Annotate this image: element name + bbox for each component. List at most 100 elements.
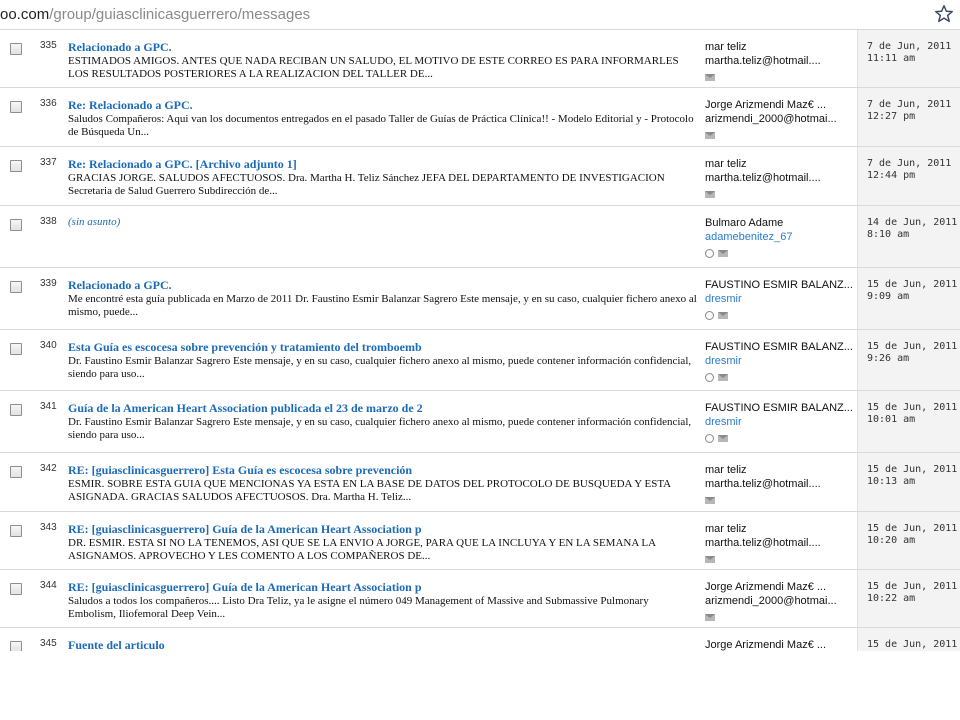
message-snippet: Me encontré esta guía publicada en Marzo…	[68, 293, 697, 318]
author-email: arizmendi_2000@hotmai...	[705, 595, 837, 607]
date-text: 14 de Jun, 2011	[867, 217, 958, 228]
date-text: 15 de Jun, 2011	[867, 341, 958, 352]
message-row[interactable]: 343 RE: [guiasclinicasguerrero] Guía de …	[0, 512, 960, 570]
author-icons	[705, 609, 719, 622]
date-text: 15 de Jun, 2011	[867, 402, 958, 413]
date-text: 7 de Jun, 2011	[867, 41, 952, 52]
url-path: /group/guiasclinicasguerrero/messages	[49, 6, 311, 23]
time-text: 9:26 am	[867, 353, 910, 364]
author-icons	[705, 430, 732, 444]
author-icons	[705, 307, 732, 321]
message-row[interactable]: 340 Esta Guía es escocesa sobre prevenci…	[0, 330, 960, 391]
select-checkbox[interactable]	[10, 525, 22, 537]
time-text: 10:20 am	[867, 535, 916, 546]
message-number: 339	[40, 278, 57, 289]
message-subject-link[interactable]: RE: [guiasclinicasguerrero] Guía de la A…	[68, 522, 422, 537]
select-checkbox[interactable]	[10, 43, 22, 55]
time-text: 8:10 am	[867, 229, 910, 240]
message-subject-link[interactable]: Relacionado a GPC.	[68, 40, 172, 55]
address-bar[interactable]: oo.com/group/guiasclinicasguerrero/messa…	[0, 0, 960, 30]
url-text[interactable]: oo.com/group/guiasclinicasguerrero/messa…	[0, 6, 310, 23]
mail-icon[interactable]	[705, 614, 715, 622]
mail-icon[interactable]	[705, 132, 715, 140]
message-subject-link[interactable]: RE: [guiasclinicasguerrero] Esta Guía es…	[68, 463, 412, 478]
select-checkbox[interactable]	[10, 219, 22, 231]
author-email: martha.teliz@hotmail....	[705, 478, 821, 490]
author-name: mar teliz	[705, 158, 747, 170]
author-email: martha.teliz@hotmail....	[705, 537, 821, 549]
author-email: martha.teliz@hotmail....	[705, 55, 821, 67]
mail-icon[interactable]	[718, 250, 728, 258]
message-date: 15 de Jun, 2011 10:01 am	[867, 402, 957, 426]
message-subject-link[interactable]: Fuente del articulo	[68, 638, 165, 651]
select-checkbox[interactable]	[10, 641, 22, 651]
message-row[interactable]: 336 Re: Relacionado a GPC. Saludos Compa…	[0, 88, 960, 147]
mail-icon[interactable]	[718, 374, 728, 382]
mail-icon[interactable]	[705, 74, 715, 82]
message-snippet: Dr. Faustino Esmir Balanzar Sagrero Este…	[68, 355, 692, 380]
author-profile-link[interactable]: dresmir	[705, 416, 742, 428]
mail-icon[interactable]	[705, 191, 715, 199]
message-snippet: ESTIMADOS AMIGOS. ANTES QUE NADA RECIBAN…	[68, 55, 679, 80]
author-icons	[705, 127, 719, 140]
message-row[interactable]: 337 Re: Relacionado a GPC. [Archivo adju…	[0, 147, 960, 206]
time-text: 11:11 am	[867, 53, 916, 64]
select-checkbox[interactable]	[10, 101, 22, 113]
bookmark-star-icon[interactable]	[933, 3, 955, 25]
message-row[interactable]: 344 RE: [guiasclinicasguerrero] Guía de …	[0, 570, 960, 628]
message-row[interactable]: 339 Relacionado a GPC. Me encontré esta …	[0, 268, 960, 330]
message-row[interactable]: 341 Guía de la American Heart Associatio…	[0, 391, 960, 453]
mail-icon[interactable]	[718, 312, 728, 320]
message-list: 335 Relacionado a GPC. ESTIMADOS AMIGOS.…	[0, 30, 960, 651]
message-row[interactable]: 338 (sin asunto) Bulmaro Adame adamebeni…	[0, 206, 960, 268]
message-subject-link[interactable]: (sin asunto)	[68, 216, 120, 228]
message-number: 344	[40, 580, 57, 591]
message-snippet: DR. ESMIR. ESTA SI NO LA TENEMOS, ASI QU…	[68, 537, 656, 562]
select-checkbox[interactable]	[10, 583, 22, 595]
message-subject-link[interactable]: Guía de la American Heart Association pu…	[68, 401, 423, 416]
time-text: 10:01 am	[867, 414, 916, 425]
message-row[interactable]: 342 RE: [guiasclinicasguerrero] Esta Guí…	[0, 453, 960, 512]
message-number: 343	[40, 522, 57, 533]
mail-icon[interactable]	[705, 497, 715, 505]
author-profile-link[interactable]: dresmir	[705, 293, 742, 305]
select-checkbox[interactable]	[10, 466, 22, 478]
smiley-icon[interactable]	[705, 373, 714, 383]
url-domain: oo.com	[0, 6, 50, 23]
author-icons	[705, 551, 719, 564]
smiley-icon[interactable]	[705, 434, 714, 444]
message-number: 345	[40, 638, 57, 649]
select-checkbox[interactable]	[10, 160, 22, 172]
message-number: 338	[40, 216, 57, 227]
message-subject-link[interactable]: Re: Relacionado a GPC. [Archivo adjunto …	[68, 157, 297, 172]
author-name: mar teliz	[705, 464, 747, 476]
author-name: Bulmaro Adame	[705, 217, 784, 229]
select-checkbox[interactable]	[10, 343, 22, 355]
mail-icon[interactable]	[718, 435, 728, 443]
message-snippet: Saludos a todos los compañeros.... Listo…	[68, 595, 649, 620]
author-profile-link[interactable]: adamebenitez_67	[705, 231, 792, 243]
mail-icon[interactable]	[705, 556, 715, 564]
select-checkbox[interactable]	[10, 281, 22, 293]
message-snippet: Dr. Faustino Esmir Balanzar Sagrero Este…	[68, 416, 692, 441]
time-text: 9:09 am	[867, 291, 910, 302]
author-name: FAUSTINO ESMIR BALANZ...	[705, 279, 853, 291]
message-subject-link[interactable]: Re: Relacionado a GPC.	[68, 98, 193, 113]
smiley-icon[interactable]	[705, 311, 714, 321]
message-subject-link[interactable]: RE: [guiasclinicasguerrero] Guía de la A…	[68, 580, 422, 595]
date-text: 15 de Jun, 2011	[867, 464, 958, 475]
author-email: arizmendi_2000@hotmai...	[705, 113, 837, 125]
author-profile-link[interactable]: dresmir	[705, 355, 742, 367]
message-snippet: ESMIR. SOBRE ESTA GUIA QUE MENCIONAS YA …	[68, 478, 671, 503]
message-date: 14 de Jun, 2011 8:10 am	[867, 217, 957, 241]
message-row[interactable]: 335 Relacionado a GPC. ESTIMADOS AMIGOS.…	[0, 30, 960, 88]
message-date: 7 de Jun, 2011 12:27 pm	[867, 99, 951, 123]
date-text: 7 de Jun, 2011	[867, 158, 952, 169]
message-subject-link[interactable]: Esta Guía es escocesa sobre prevención y…	[68, 340, 422, 355]
select-checkbox[interactable]	[10, 404, 22, 416]
smiley-icon[interactable]	[705, 249, 714, 259]
message-date: 15 de Jun, 2011	[867, 639, 957, 651]
message-row[interactable]: 345 Fuente del articulo Jorge Arizmendi …	[0, 628, 960, 651]
author-icons	[705, 69, 719, 82]
message-subject-link[interactable]: Relacionado a GPC.	[68, 278, 172, 293]
